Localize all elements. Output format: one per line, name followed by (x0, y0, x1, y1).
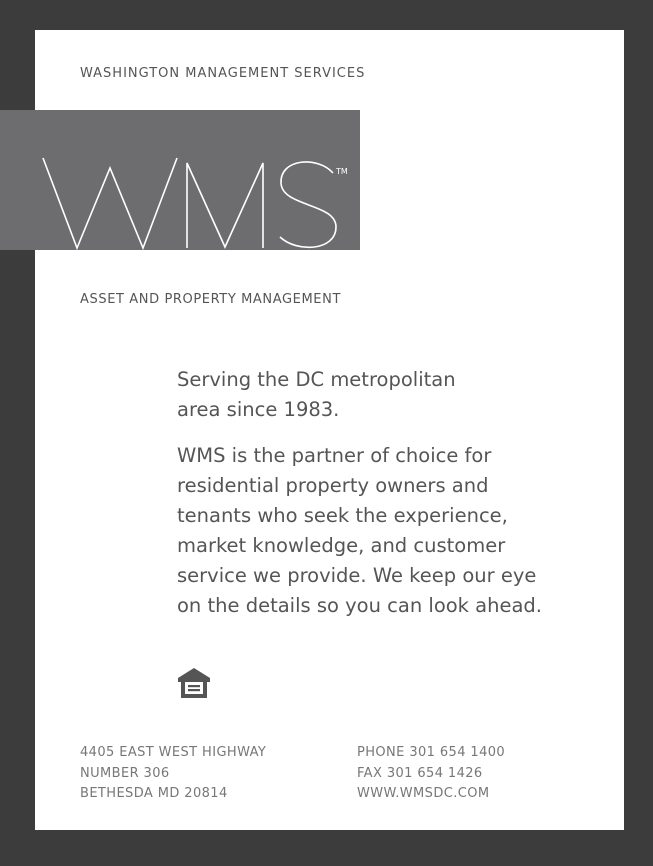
equal-housing-opportunity-icon (178, 668, 210, 698)
description-line: residential property owners and (177, 474, 489, 497)
description-line: on the details so you can look ahead. (177, 594, 542, 617)
address-line: 4405 EAST WEST HIGHWAY (80, 745, 267, 760)
intro-paragraph: Serving the DC metropolitan area since 1… (177, 365, 587, 425)
company-name: WASHINGTON MANAGEMENT SERVICES (80, 66, 366, 81)
description-line: tenants who seek the experience, (177, 504, 508, 527)
tagline: ASSET AND PROPERTY MANAGEMENT (80, 292, 341, 307)
address-line: NUMBER 306 (80, 765, 170, 781)
description-line: market knowledge, and customer (177, 534, 506, 557)
intro-line: Serving the DC metropolitan (177, 368, 456, 391)
description-line: WMS is the partner of choice for (177, 444, 492, 467)
address-line: BETHESDA MD 20814 (80, 786, 228, 801)
description-line: service we provide. We keep our eye (177, 564, 537, 587)
intro-line: area since 1983. (177, 398, 340, 421)
fax-text: FAX 301 654 1426 (357, 765, 483, 781)
contact-block: PHONE 301 654 1400 FAX 301 654 1426 WWW.… (357, 743, 505, 805)
trademark-mark: TM (335, 167, 348, 176)
description-paragraph: WMS is the partner of choice for residen… (177, 441, 587, 621)
wms-logo: TM (42, 157, 348, 250)
logo-block: TM (0, 110, 360, 250)
website-link[interactable]: WWW.WMSDC.COM (357, 784, 505, 805)
address-block: 4405 EAST WEST HIGHWAY NUMBER 306 BETHES… (80, 743, 266, 805)
phone-text: PHONE 301 654 1400 (357, 745, 506, 760)
body-copy: Serving the DC metropolitan area since 1… (177, 365, 587, 621)
ad-card: WASHINGTON MANAGEMENT SERVICES TM ASSET … (0, 30, 624, 830)
